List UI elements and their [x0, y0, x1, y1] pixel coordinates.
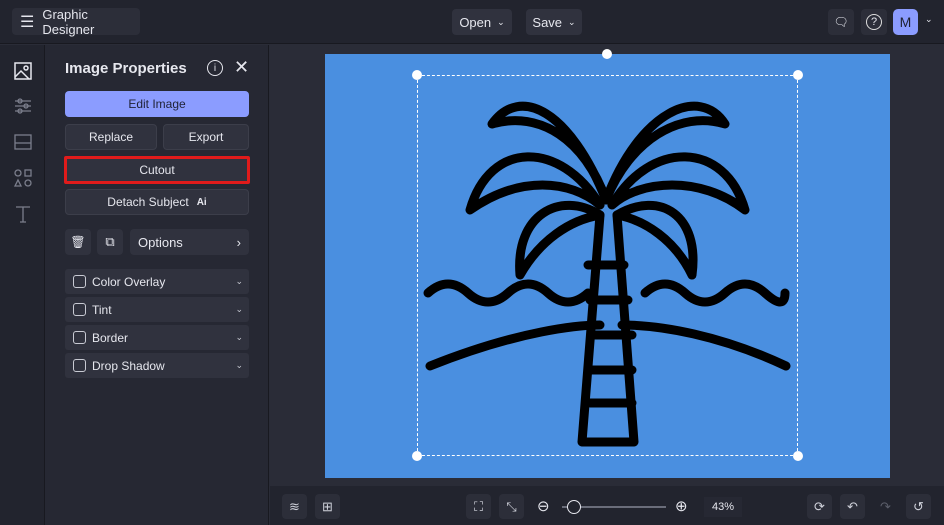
history-button[interactable]: ↺	[906, 494, 931, 519]
history-icon: ↺	[913, 498, 924, 514]
undo-button[interactable]: ↶	[840, 494, 865, 519]
zoom-level[interactable]: 43%	[704, 497, 742, 517]
shrink-button[interactable]: ⤡	[499, 494, 524, 519]
expand-icon: ⛶	[473, 498, 484, 514]
redo-button[interactable]: ↷	[873, 494, 898, 519]
refresh-button[interactable]: ⟳	[807, 494, 832, 519]
resize-handle[interactable]	[793, 451, 803, 461]
zoom-in-icon[interactable]: ⊕	[675, 497, 688, 515]
layers-icon: ≋	[289, 498, 300, 514]
layers-button[interactable]: ≋	[282, 494, 307, 519]
redo-icon: ↷	[880, 498, 891, 514]
resize-handle[interactable]	[412, 451, 422, 461]
collapse-icon: ⤡	[506, 498, 517, 514]
bottom-toolbar: ≋ ⊞ ⛶ ⤡ ⊖ ⊕ 43% ⟳ ↶ ↷ ↺	[270, 486, 944, 525]
undo-icon: ↶	[847, 498, 858, 514]
resize-handle[interactable]	[412, 70, 422, 80]
resize-handle[interactable]	[793, 70, 803, 80]
refresh-icon: ⟳	[814, 498, 825, 514]
grid-icon: ⊞	[322, 498, 333, 514]
zoom-slider-thumb[interactable]	[567, 500, 581, 514]
selection-box[interactable]	[417, 75, 798, 456]
fit-screen-button[interactable]: ⛶	[466, 494, 491, 519]
rotate-handle[interactable]	[602, 49, 612, 59]
grid-button[interactable]: ⊞	[315, 494, 340, 519]
zoom-out-icon[interactable]: ⊖	[537, 497, 550, 515]
